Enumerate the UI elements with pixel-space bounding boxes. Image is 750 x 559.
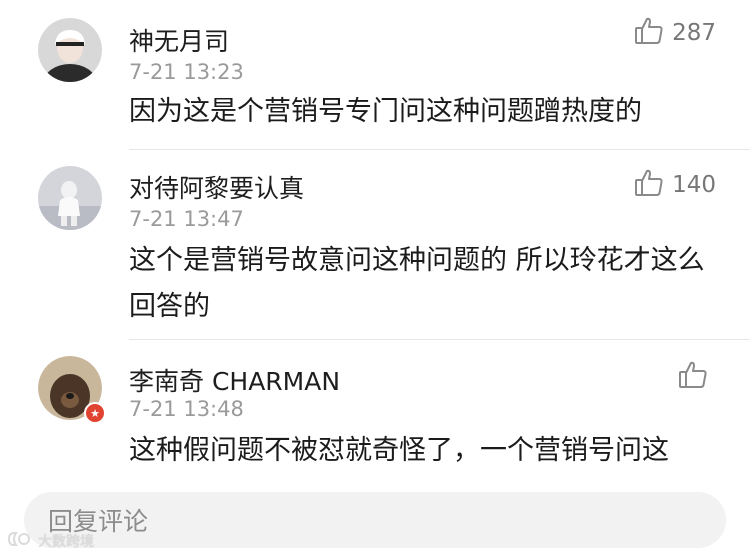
like-button[interactable]: 140: [634, 168, 716, 202]
avatar[interactable]: [38, 18, 102, 82]
username[interactable]: 李南奇 CHARMAN: [129, 362, 340, 398]
thumbs-up-icon: [634, 16, 664, 50]
like-count: 287: [672, 20, 716, 46]
comment-text: 这种假问题不被怼就奇怪了，一个营销号问这: [129, 435, 669, 466]
thumbs-up-icon: [634, 168, 664, 202]
comment-item: 对待阿黎要认真 7-21 13:47 140 这个是营销号故意问这种问题的 所以…: [0, 150, 750, 340]
comment-item: 神无月司 7-21 13:23 287 因为这是个营销号专门问这种问题蹭热度的: [0, 0, 750, 150]
comment-item: ★ 李南奇 CHARMAN 7-21 13:48 这种假问题不被怼就奇怪了，一个…: [0, 340, 750, 480]
comment-text: 因为这是个营销号专门问这种问题蹭热度的: [129, 96, 642, 127]
like-button[interactable]: [678, 360, 716, 394]
comment-text: 这个是营销号故意问这种问题的 所以玲花才这么回答的: [129, 245, 705, 322]
username[interactable]: 对待阿黎要认真: [129, 169, 304, 205]
red-star-badge-icon: ★: [84, 402, 106, 424]
reply-bar: 回复评论: [0, 480, 750, 559]
watermark-text: 大数跨境: [38, 534, 94, 550]
watermark: 大数跨境: [6, 530, 94, 552]
reply-input[interactable]: 回复评论: [24, 492, 726, 548]
avatar[interactable]: [38, 166, 102, 230]
timestamp: 7-21 13:48: [129, 397, 244, 421]
watermark-logo-icon: [6, 530, 34, 552]
like-count: 140: [672, 172, 716, 198]
thumbs-up-icon: [678, 360, 708, 394]
username[interactable]: 神无月司: [129, 22, 229, 58]
avatar[interactable]: ★: [38, 356, 106, 424]
timestamp: 7-21 13:23: [129, 60, 244, 84]
like-button[interactable]: 287: [634, 16, 716, 50]
timestamp: 7-21 13:47: [129, 207, 244, 231]
